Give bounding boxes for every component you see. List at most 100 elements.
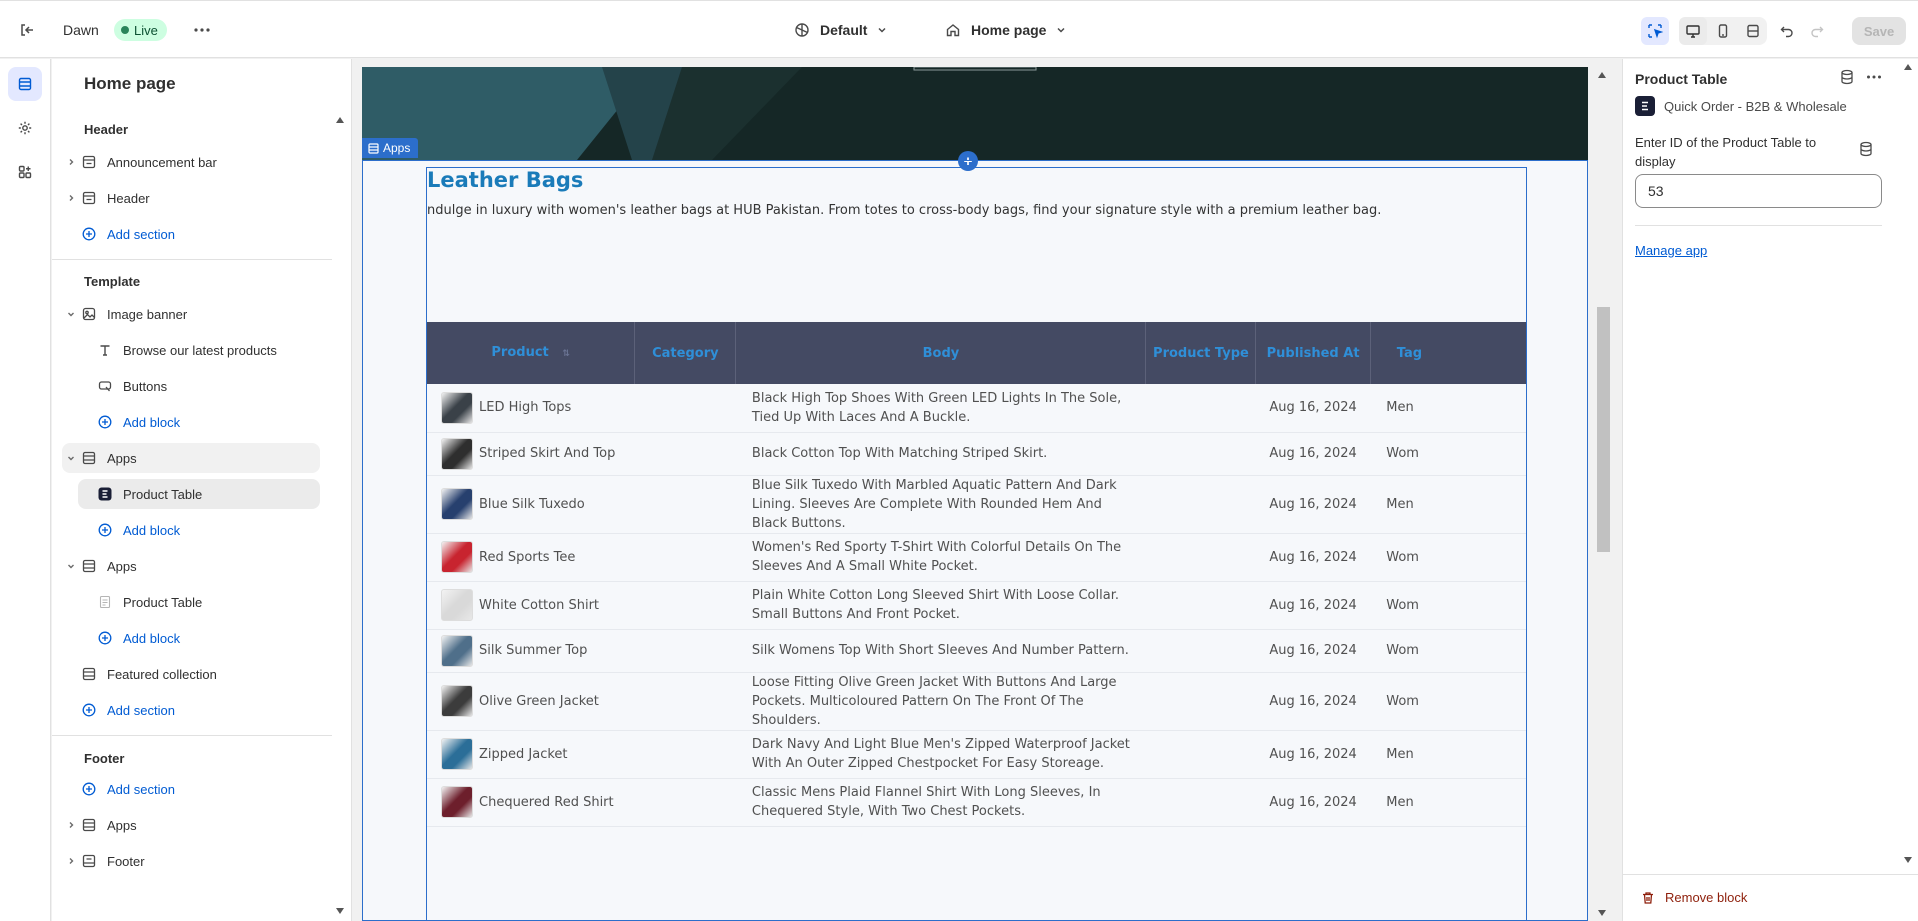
column-header-product[interactable]: Product ⇅ (427, 322, 636, 384)
sidebar-item-apps[interactable]: Apps (62, 551, 320, 581)
undo-button[interactable] (1773, 17, 1801, 45)
chevron-down-icon[interactable] (62, 305, 80, 323)
scroll-up-icon[interactable] (335, 116, 345, 124)
apps-rail-button[interactable] (8, 155, 42, 189)
sidebar-item-browse-latest[interactable]: Browse our latest products (78, 335, 320, 365)
preview-scrollbar[interactable] (1594, 67, 1610, 921)
sidebar-item-header[interactable]: Header (62, 183, 320, 213)
product-name[interactable]: Silk Summer Top (479, 641, 587, 660)
product-thumbnail[interactable] (441, 541, 473, 573)
product-name[interactable]: Zipped Jacket (479, 745, 568, 764)
exit-icon[interactable] (16, 19, 38, 41)
column-header-published-at[interactable]: Published At (1255, 322, 1371, 384)
sidebar-item-featured-collection[interactable]: Featured collection (62, 659, 320, 689)
sidebar-item-buttons[interactable]: Buttons (78, 371, 320, 401)
column-header-tags[interactable]: Tag (1370, 322, 1526, 384)
sidebar-item-product-table[interactable]: Product Table (78, 587, 320, 617)
theme-settings-icon (795, 23, 809, 37)
more-actions-icon[interactable] (191, 21, 213, 39)
add-section-button[interactable]: Add section (62, 219, 320, 249)
sidebar-item-image-banner[interactable]: Image banner (62, 299, 320, 329)
sidebar-item-apps[interactable]: Apps (62, 443, 320, 473)
sections-rail-button[interactable] (8, 67, 42, 101)
cell-category (634, 581, 736, 630)
cell-body: Black Cotton Top With Matching Striped S… (735, 432, 1146, 476)
dynamic-source-icon[interactable] (1840, 69, 1854, 85)
sidebar-item-apps[interactable]: Apps (62, 810, 320, 840)
apps-section-tag[interactable]: Apps (362, 138, 419, 158)
chevron-right-icon[interactable] (62, 852, 80, 870)
sidebar-item-label: Featured collection (107, 666, 217, 682)
add-section-button[interactable]: Add section (62, 695, 320, 725)
column-header-product-type[interactable]: Product Type (1145, 322, 1257, 384)
cursor-select-icon (1648, 24, 1663, 39)
cell-product-type (1145, 778, 1256, 827)
product-thumbnail[interactable] (441, 488, 473, 520)
chevron-right-icon[interactable] (62, 189, 80, 207)
theme-selector[interactable]: Default (794, 18, 887, 42)
product-name[interactable]: Striped Skirt And Top (479, 444, 615, 463)
column-header-body[interactable]: Body (735, 322, 1147, 384)
chevron-right-icon[interactable] (62, 816, 80, 834)
scrollbar-thumb[interactable] (1597, 307, 1610, 552)
product-thumbnail[interactable] (441, 589, 473, 621)
product-thumbnail[interactable] (441, 634, 473, 667)
add-section-label: Add section (107, 781, 175, 797)
add-block-button[interactable]: Add block (78, 623, 320, 653)
product-thumbnail[interactable] (441, 391, 473, 424)
page-selector[interactable]: Home page (945, 18, 1066, 42)
product-name[interactable]: Blue Silk Tuxedo (479, 495, 585, 514)
column-header-category[interactable]: Category (634, 322, 737, 384)
scroll-up-icon[interactable] (1903, 63, 1913, 71)
scroll-up-icon[interactable] (1597, 71, 1607, 79)
more-actions-icon[interactable] (1866, 69, 1882, 85)
save-button[interactable]: Save (1852, 17, 1906, 45)
product-table-block[interactable]: Leather Bags ndulge in luxury with women… (426, 167, 1527, 921)
sidebar-item-label: Browse our latest products (123, 342, 277, 358)
panel-footer: Remove block (1623, 874, 1918, 921)
table-row: Blue Silk Tuxedo Blue Silk Tuxedo With Ma… (427, 475, 1526, 534)
add-block-button[interactable]: Add block (78, 515, 320, 545)
scroll-down-icon[interactable] (1903, 856, 1913, 864)
add-block-button[interactable]: Add block (78, 407, 320, 437)
cell-tags: Men (1370, 384, 1526, 433)
product-name[interactable]: White Cotton Shirt (479, 596, 599, 615)
chevron-down-icon[interactable] (62, 557, 80, 575)
apps-grid-icon (18, 165, 32, 179)
product-thumbnail[interactable] (441, 738, 473, 770)
product-name[interactable]: Red Sports Tee (479, 548, 575, 567)
table-row: White Cotton Shirt Plain White Cotton Lon… (427, 581, 1526, 630)
chevron-down-icon[interactable] (62, 449, 80, 467)
remove-block-button[interactable]: Remove block (1641, 890, 1747, 905)
product-name[interactable]: LED High Tops (479, 398, 571, 417)
cell-published-at: Aug 16, 2024 (1255, 672, 1371, 731)
mobile-view-button[interactable] (1709, 17, 1737, 45)
add-section-button[interactable]: Add section (62, 774, 320, 804)
cell-product: White Cotton Shirt (427, 581, 635, 630)
redo-button[interactable] (1803, 17, 1831, 45)
dynamic-source-icon[interactable] (1859, 141, 1873, 157)
manage-app-link[interactable]: Manage app (1635, 243, 1707, 258)
scroll-down-icon[interactable] (335, 907, 345, 915)
group-header-label: Header (84, 122, 129, 137)
product-table-id-input[interactable]: 53 (1635, 174, 1882, 208)
sort-icon[interactable]: ⇅ (562, 349, 570, 359)
preview-frame: Apps + Leather Bags ndulge in luxury wit… (362, 67, 1588, 921)
fullscreen-view-button[interactable] (1739, 17, 1767, 45)
section-layout-icon (80, 153, 98, 171)
theme-settings-rail-button[interactable] (8, 111, 42, 145)
scroll-down-icon[interactable] (1597, 909, 1607, 917)
desktop-view-button[interactable] (1679, 17, 1707, 45)
image-banner-section[interactable]: Apps (362, 67, 1588, 160)
product-thumbnail[interactable] (441, 437, 473, 470)
sidebar-item-product-table-selected[interactable]: Product Table (78, 479, 320, 509)
inspector-tool-button[interactable] (1641, 17, 1669, 45)
product-thumbnail[interactable] (441, 685, 473, 717)
product-name[interactable]: Chequered Red Shirt (479, 793, 614, 812)
product-thumbnail[interactable] (441, 786, 473, 818)
chevron-right-icon[interactable] (62, 153, 80, 171)
sidebar-item-label: Buttons (123, 378, 168, 394)
sidebar-item-announcement-bar[interactable]: Announcement bar (62, 147, 320, 177)
product-name[interactable]: Olive Green Jacket (479, 692, 599, 711)
sidebar-item-footer[interactable]: Footer (62, 846, 320, 876)
